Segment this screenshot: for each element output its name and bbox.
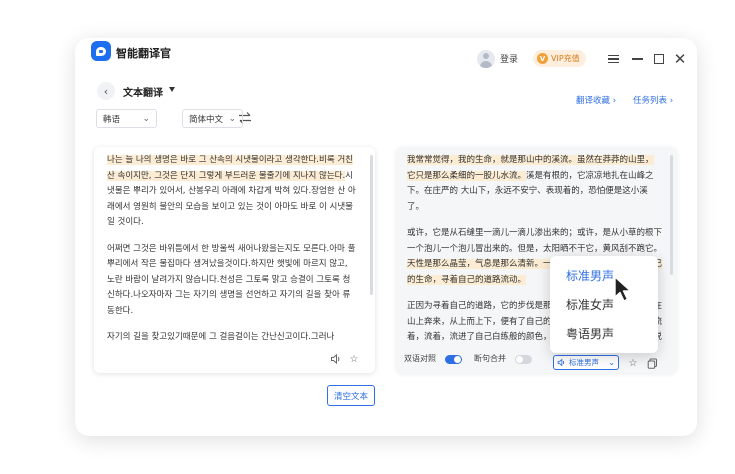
voice-option-standard-female[interactable]: 标准女声 <box>566 296 614 313</box>
voice-option-cantonese-male[interactable]: 粤语男声 <box>566 325 614 342</box>
source-language-value: 韩语 <box>103 114 121 125</box>
source-paragraph: 나는 늘 나의 생명은 바로 그 산속의 시냇물이라고 생각한다.비록 거친 산… <box>107 153 357 231</box>
app-window: 智能翻译官 登录 V VIP充值 ✕ ‹ 文本翻译 翻译收藏 › 任务列表 › … <box>75 38 697 436</box>
chevron-down-icon: ⌄ <box>608 358 615 367</box>
target-text-part: 或许，它是从石缝里一滴儿一滴儿渗出来的；或许，是从小草的根下一个泡儿一个泡儿冒出… <box>407 228 663 254</box>
minimize-icon[interactable] <box>630 52 644 66</box>
source-paragraph: 자기의 길을 찾고있기때문에 그 걸음걸이는 간난신고이다.그러나 <box>107 332 335 342</box>
sentence-merge-toggle[interactable] <box>515 355 532 364</box>
voice-select-value: 标准男声 <box>569 358 599 367</box>
mouse-cursor-icon <box>614 276 632 302</box>
chevron-down-icon: ⌄ <box>142 113 150 124</box>
speaker-icon <box>557 358 565 367</box>
caret-down-icon[interactable] <box>169 87 175 92</box>
target-language-value: 简体中文 <box>189 114 224 125</box>
target-scrollbar[interactable] <box>670 155 673 275</box>
source-highlight: 나는 늘 나의 생명은 바로 그 산속의 시냇물이라고 생각한다.비록 거친 산… <box>107 155 353 181</box>
voice-select[interactable]: 标准男声 ⌄ <box>553 355 619 370</box>
vip-recharge-button[interactable]: V VIP充值 <box>533 50 586 67</box>
task-list-link[interactable]: 任务列表 › <box>633 94 673 106</box>
source-text-area[interactable]: 나는 늘 나의 생명은 바로 그 산속의 시냇물이라고 생각한다.비록 거친 산… <box>107 153 357 357</box>
target-language-select[interactable]: 简体中文 ⌄ <box>182 109 243 128</box>
screen: 智能翻译官 登录 V VIP充值 ✕ ‹ 文本翻译 翻译收藏 › 任务列表 › … <box>0 0 735 474</box>
translation-favorites-link[interactable]: 翻译收藏 › <box>576 94 616 106</box>
target-highlight: 我常常觉得，我的生命，就是那山中的溪流。 <box>407 155 578 165</box>
maximize-icon[interactable] <box>652 52 666 66</box>
source-text-panel[interactable]: 나는 늘 나의 생명은 바로 그 산속의 시냇물이라고 생각한다.비록 거친 산… <box>94 147 375 373</box>
vip-icon: V <box>537 53 548 64</box>
sentence-merge-label: 断句合并 <box>474 354 506 363</box>
login-button[interactable]: 登录 <box>500 52 518 65</box>
close-icon[interactable]: ✕ <box>673 52 687 67</box>
target-paragraph: 我常常觉得，我的生命，就是那山中的溪流。虽然在莽莽的山里，它只是那么柔细的一股儿… <box>407 153 662 215</box>
chevron-down-icon: ⌄ <box>228 113 236 124</box>
menu-icon[interactable] <box>606 52 620 66</box>
bilingual-label: 双语对照 <box>404 354 436 363</box>
copy-icon[interactable] <box>646 357 658 369</box>
avatar-icon[interactable] <box>477 50 495 68</box>
star-icon[interactable]: ☆ <box>627 357 639 369</box>
source-paragraph: 어쩌면 그것은 바위틈에서 한 방울씩 새어나왔을는지도 모른다.아마 풀뿌리에… <box>107 243 356 316</box>
bilingual-toggle[interactable] <box>445 355 462 364</box>
source-scrollbar[interactable] <box>370 155 373 295</box>
app-logo-icon <box>91 41 111 61</box>
chevron-left-icon: ‹ <box>103 84 109 98</box>
source-language-select[interactable]: 韩语 ⌄ <box>96 109 157 128</box>
voice-option-standard-male[interactable]: 标准男声 <box>566 267 614 284</box>
vip-label: VIP充值 <box>551 54 580 63</box>
back-button[interactable]: ‹ <box>97 82 115 100</box>
voice-dropdown-menu: 标准男声 标准女声 粤语男声 <box>550 256 658 353</box>
star-icon[interactable]: ☆ <box>348 353 360 365</box>
app-title: 智能翻译官 <box>116 47 171 60</box>
title-bar: 智能翻译官 登录 V VIP充值 ✕ <box>75 38 697 84</box>
source-footer: ☆ <box>94 347 375 373</box>
section-title[interactable]: 文本翻译 <box>123 84 163 99</box>
speaker-icon[interactable] <box>330 353 342 365</box>
clear-text-button[interactable]: 清空文本 <box>327 385 375 406</box>
